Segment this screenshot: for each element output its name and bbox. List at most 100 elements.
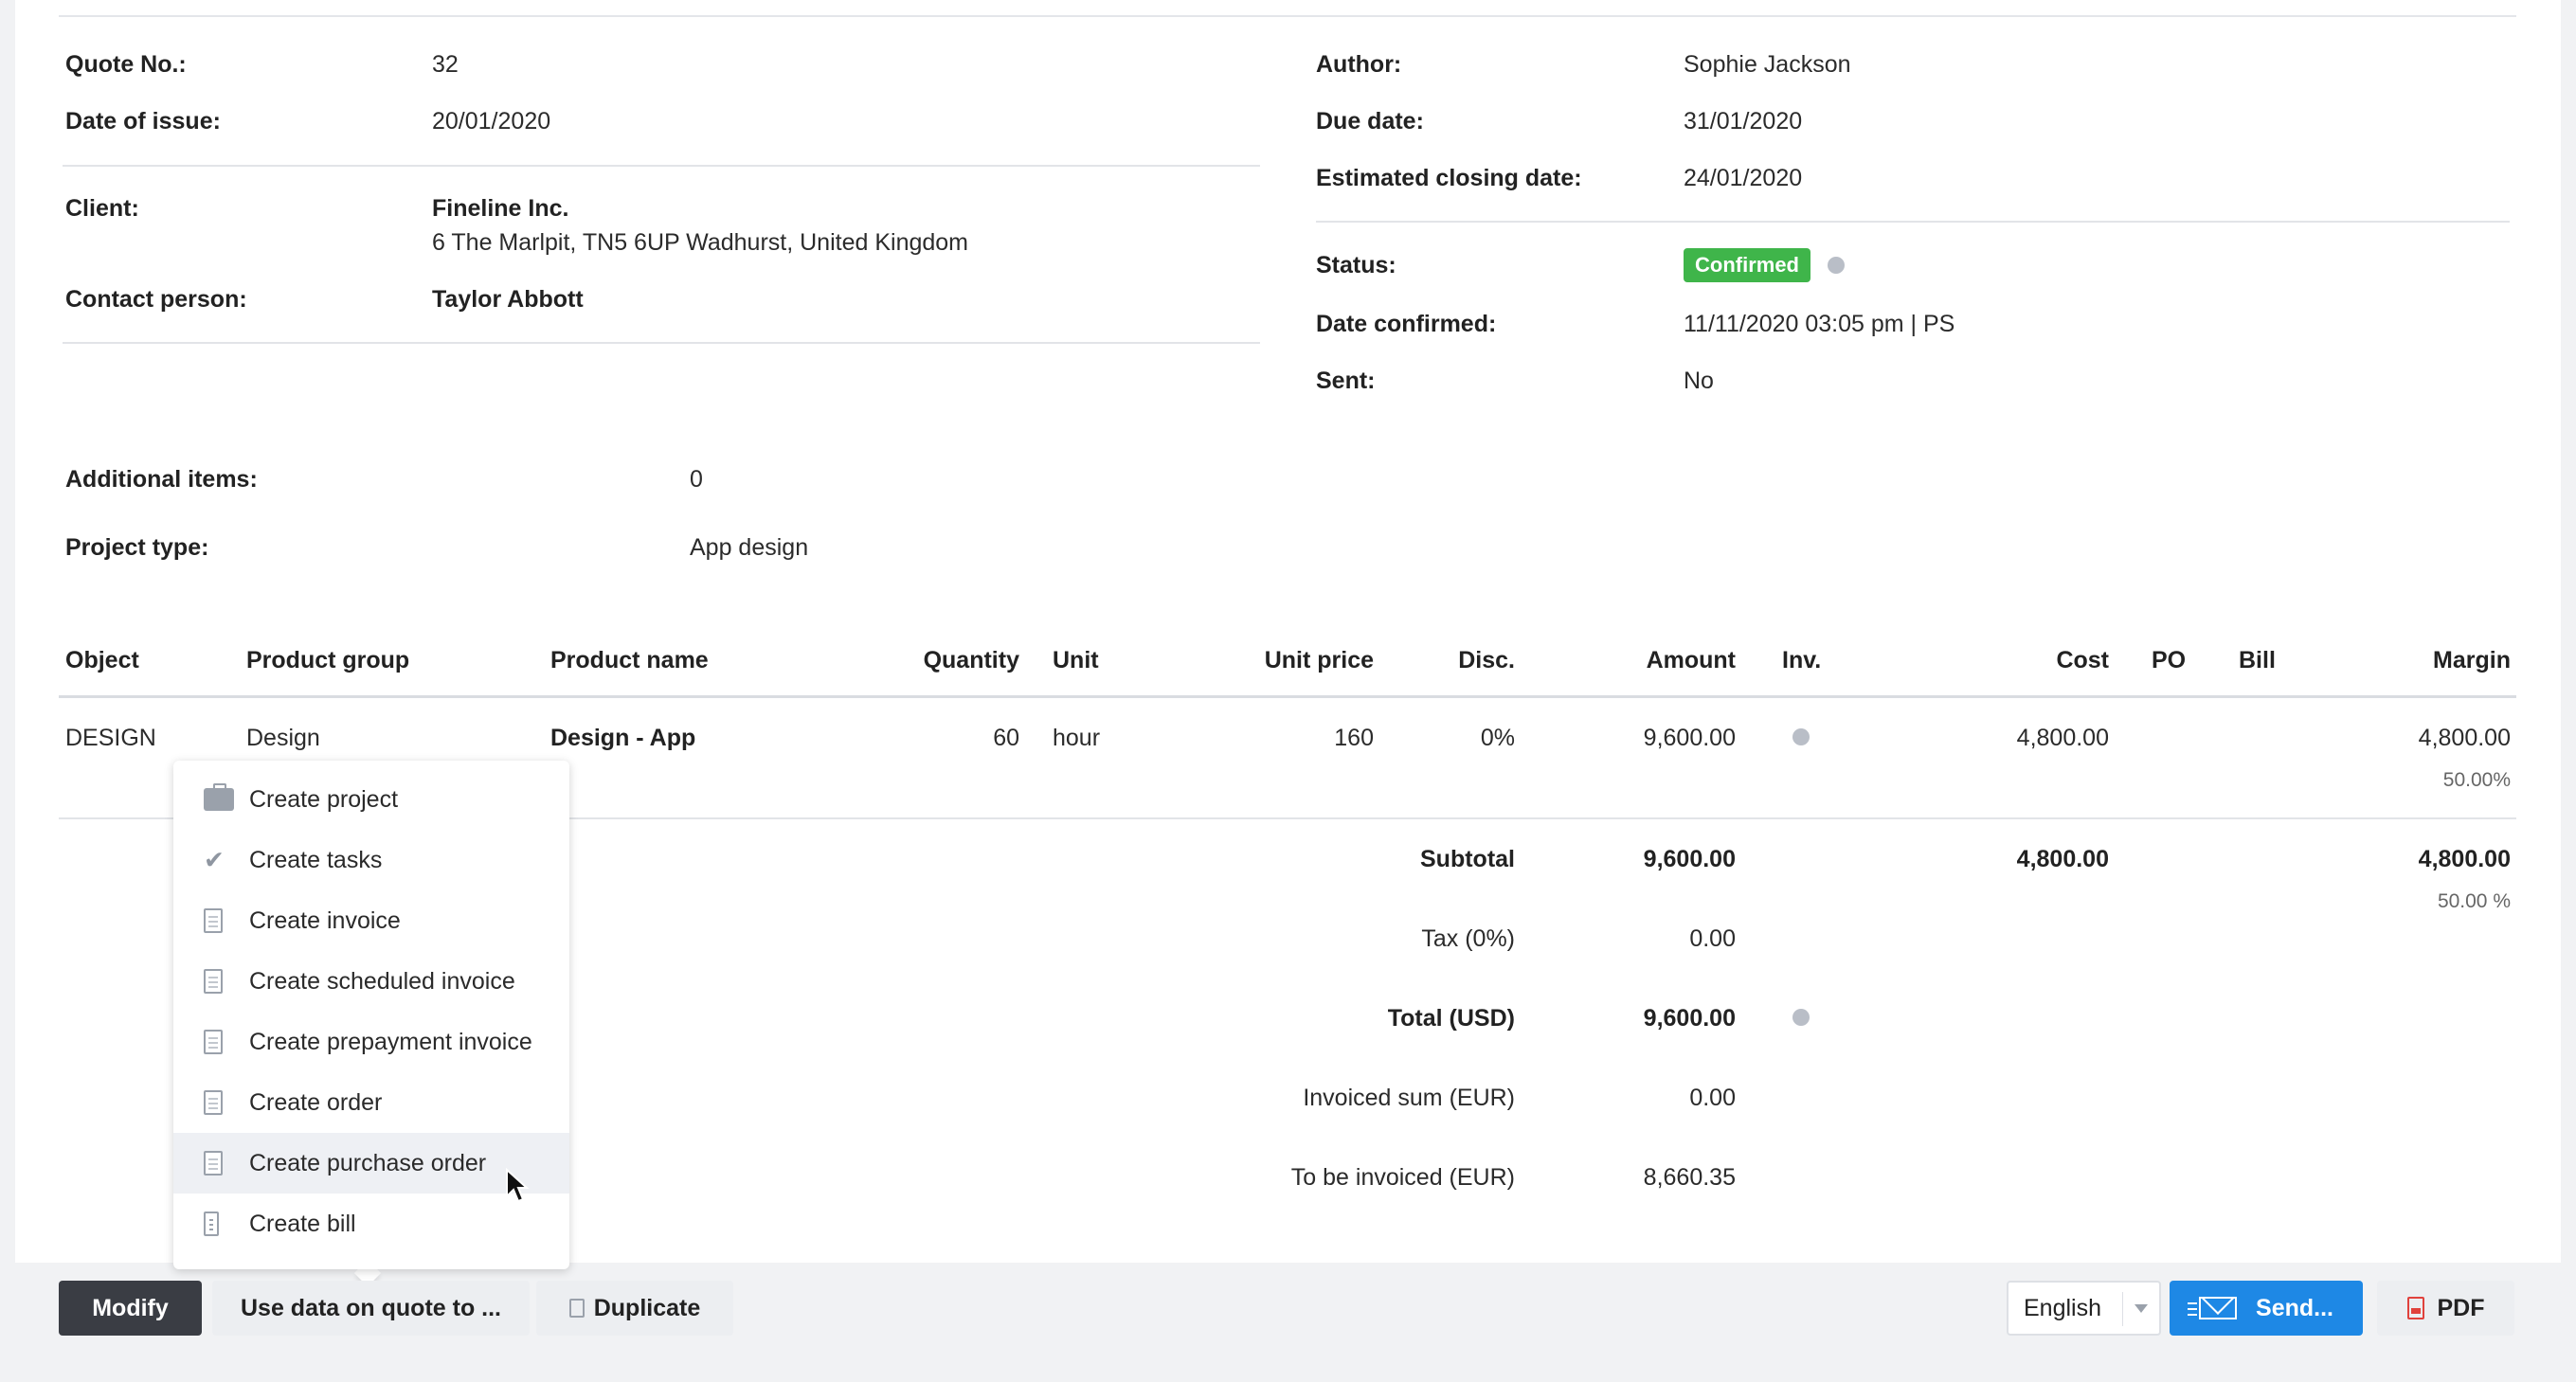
document-icon [204, 908, 223, 933]
divider [63, 165, 1260, 167]
subtotal-cost: 4,800.00 [1971, 846, 2109, 873]
modify-button[interactable]: Modify [59, 1281, 202, 1336]
document-icon [204, 1030, 223, 1054]
menu-item-label: Create tasks [249, 847, 382, 874]
document-icon [204, 1151, 223, 1176]
col-disc: Disc. [1421, 647, 1515, 674]
col-cost: Cost [1971, 647, 2109, 674]
menu-create-project[interactable]: Create project [173, 769, 569, 830]
date-issue-value: 20/01/2020 [432, 108, 550, 135]
closing-date-label: Estimated closing date: [1316, 165, 1582, 192]
bill-icon [204, 1211, 219, 1236]
contact-label: Contact person: [65, 286, 247, 314]
cell-margin-pct: 50.00% [2321, 769, 2511, 792]
author-value: Sophie Jackson [1684, 51, 1851, 79]
col-bill: Bill [2239, 647, 2276, 674]
language-select[interactable]: English [2007, 1281, 2161, 1336]
subtotal-label: Subtotal [1232, 846, 1515, 873]
col-product-name: Product name [550, 647, 709, 674]
client-label: Client: [65, 195, 139, 223]
menu-item-label: Create order [249, 1089, 382, 1117]
menu-item-label: Create scheduled invoice [249, 968, 515, 996]
mouse-cursor-icon [505, 1168, 530, 1204]
author-label: Author: [1316, 51, 1401, 79]
col-po: PO [2152, 647, 2186, 674]
additional-items-label: Additional items: [65, 466, 258, 494]
document-icon [204, 969, 223, 994]
cell-quantity: 60 [881, 725, 1019, 752]
contact-name[interactable]: Taylor Abbott [432, 286, 584, 314]
sent-value: No [1684, 368, 1714, 395]
cell-product-name: Design - App [550, 725, 695, 752]
total-inv-dot [1792, 1009, 1810, 1026]
col-unit: Unit [1053, 647, 1099, 674]
date-issue-label: Date of issue: [65, 108, 221, 135]
client-address: 6 The Marlpit, TN5 6UP Wadhurst, United … [432, 229, 968, 257]
tax-value: 0.00 [1592, 925, 1736, 953]
subtotal-margin: 4,800.00 [2321, 846, 2511, 873]
project-type-label: Project type: [65, 534, 208, 562]
select-separator [2122, 1292, 2123, 1326]
client-name[interactable]: Fineline Inc. [432, 195, 568, 223]
pdf-label: PDF [2438, 1295, 2485, 1322]
menu-create-tasks[interactable]: ✔ Create tasks [173, 830, 569, 890]
quote-no-value: 32 [432, 51, 459, 79]
due-date-label: Due date: [1316, 108, 1424, 135]
menu-create-order[interactable]: Create order [173, 1072, 569, 1133]
date-confirmed-value: 11/11/2020 03:05 pm | PS [1684, 311, 1955, 338]
menu-create-prepayment-invoice[interactable]: Create prepayment invoice [173, 1012, 569, 1072]
menu-item-label: Create purchase order [249, 1150, 486, 1177]
cell-product-group: Design [246, 725, 320, 752]
inv-dot [1792, 728, 1810, 745]
col-product-group: Product group [246, 647, 409, 674]
status-dot [1828, 257, 1845, 274]
subtotal-margin-pct: 50.00 % [2321, 890, 2511, 913]
cell-unit: hour [1053, 725, 1100, 752]
cell-amount: 9,600.00 [1592, 725, 1736, 752]
chevron-down-icon [2135, 1304, 2148, 1313]
copy-icon [569, 1299, 585, 1318]
closing-date-value: 24/01/2020 [1684, 165, 1802, 192]
send-label: Send... [2256, 1295, 2333, 1322]
cell-unit-price: 160 [1232, 725, 1374, 752]
col-amount: Amount [1592, 647, 1736, 674]
cell-object: DESIGN [65, 725, 156, 752]
total-value: 9,600.00 [1592, 1005, 1736, 1032]
status-badge: Confirmed [1684, 248, 1810, 282]
check-icon: ✔ [204, 846, 225, 875]
menu-item-label: Create prepayment invoice [249, 1029, 532, 1056]
quote-no-label: Quote No.: [65, 51, 187, 79]
menu-item-label: Create invoice [249, 907, 401, 935]
col-quantity: Quantity [881, 647, 1019, 674]
col-object: Object [65, 647, 139, 674]
project-type-value: App design [690, 534, 808, 562]
document-icon [204, 1090, 223, 1115]
due-date-value: 31/01/2020 [1684, 108, 1802, 135]
language-value: English [2024, 1295, 2101, 1322]
pdf-button[interactable]: PDF [2377, 1281, 2514, 1336]
to-invoice-label: To be invoiced (EUR) [1232, 1164, 1515, 1192]
divider [63, 342, 1260, 344]
menu-create-scheduled-invoice[interactable]: Create scheduled invoice [173, 951, 569, 1012]
duplicate-button[interactable]: Duplicate [536, 1281, 733, 1336]
divider [1316, 221, 2510, 223]
use-data-button[interactable]: Use data on quote to ... [212, 1281, 530, 1336]
col-unit-price: Unit price [1232, 647, 1374, 674]
top-divider [59, 15, 2516, 17]
col-margin: Margin [2321, 647, 2511, 674]
subtotal-value: 9,600.00 [1592, 846, 1736, 873]
table-header-divider [59, 695, 2516, 698]
menu-item-label: Create bill [249, 1211, 356, 1238]
cell-margin: 4,800.00 [2321, 725, 2511, 752]
total-label: Total (USD) [1232, 1005, 1515, 1032]
menu-create-invoice[interactable]: Create invoice [173, 890, 569, 951]
date-confirmed-label: Date confirmed: [1316, 311, 1496, 338]
invoiced-value: 0.00 [1592, 1085, 1736, 1112]
additional-items-value: 0 [690, 466, 703, 494]
menu-item-label: Create project [249, 786, 398, 814]
status-label: Status: [1316, 252, 1396, 279]
cell-cost: 4,800.00 [1971, 725, 2109, 752]
invoiced-label: Invoiced sum (EUR) [1232, 1085, 1515, 1112]
send-button[interactable]: Send... [2170, 1281, 2363, 1336]
pdf-icon [2407, 1297, 2424, 1319]
